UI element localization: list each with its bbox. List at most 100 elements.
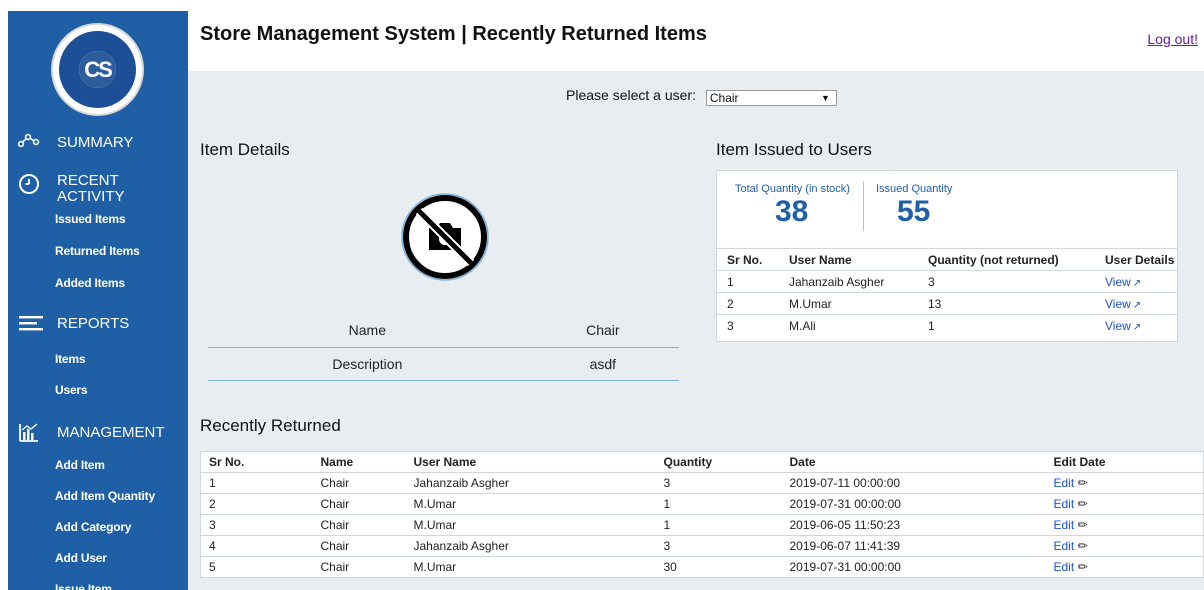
returned-col-date: Date [789, 451, 1054, 473]
external-link-icon: ↗ [1132, 321, 1142, 333]
external-link-icon: ↗ [1132, 299, 1142, 311]
returned-name: Chair [320, 535, 414, 557]
issued-quantity-value: 55 [897, 195, 931, 228]
sidebar-item-add-category[interactable]: Add Category [55, 520, 131, 534]
view-link-label[interactable]: View [1105, 297, 1131, 311]
edit-link[interactable]: Edit ✏ [1053, 556, 1204, 578]
issued-table-header: Sr No. User Name Quantity (not returned)… [717, 248, 1177, 271]
sidebar-recent-line2: ACTIVITY [57, 188, 125, 205]
logo-text: CS [79, 51, 116, 88]
edit-link[interactable]: Edit ✏ [1053, 514, 1204, 536]
sidebar-item-add-user[interactable]: Add User [55, 551, 107, 565]
clock-icon [18, 173, 42, 195]
user-select-dropdown[interactable]: Chair ▼ [705, 90, 837, 106]
view-link[interactable]: View ↗ [1095, 314, 1177, 337]
edit-link-label[interactable]: Edit [1054, 539, 1075, 553]
detail-label-description: Description [208, 347, 527, 381]
logout-link[interactable]: Log out! [1147, 31, 1198, 47]
sidebar-management-label[interactable]: MANAGEMENT [57, 425, 165, 441]
returned-col-edit: Edit Date [1053, 451, 1204, 473]
issued-col-details: User Details [1095, 248, 1177, 271]
view-link-label[interactable]: View [1105, 275, 1131, 289]
view-link-label[interactable]: View [1105, 319, 1131, 333]
returned-qty: 30 [663, 556, 790, 578]
edit-link[interactable]: Edit ✏ [1053, 535, 1204, 557]
issued-panel: Total Quantity (in stock) 38 Issued Quan… [716, 170, 1178, 342]
table-row: 4 Chair Jahanzaib Asgher 3 2019-06-07 11… [200, 535, 1204, 557]
issued-sr: 2 [717, 292, 779, 315]
sidebar-item-returned-items[interactable]: Returned Items [55, 244, 140, 258]
stat-divider [863, 181, 864, 231]
issued-user: Jahanzaib Asgher [779, 270, 918, 293]
returned-user: M.Umar [413, 493, 664, 515]
total-quantity-label: Total Quantity (in stock) [735, 183, 850, 195]
reports-icon [18, 314, 43, 336]
view-link[interactable]: View ↗ [1095, 270, 1177, 293]
issued-title: Item Issued to Users [716, 140, 872, 159]
user-select-row: Please select a user: Chair ▼ [566, 87, 837, 106]
issued-user: M.Ali [779, 314, 918, 337]
sidebar-item-added-items[interactable]: Added Items [55, 276, 125, 290]
external-link-icon: ↗ [1132, 277, 1142, 289]
returned-sr: 1 [200, 472, 321, 494]
issued-quantity-label: Issued Quantity [876, 183, 953, 195]
summary-icon [17, 133, 42, 155]
sidebar-item-issued-items[interactable]: Issued Items [55, 212, 126, 226]
sidebar-summary-header[interactable]: SUMMARY [8, 133, 188, 155]
table-row: 3 M.Ali 1 View ↗ [717, 314, 1177, 337]
returned-date: 2019-06-05 11:50:23 [789, 514, 1054, 536]
returned-sr: 3 [200, 514, 321, 536]
returned-user: M.Umar [413, 556, 664, 578]
edit-link-label[interactable]: Edit [1054, 476, 1075, 490]
returned-name: Chair [320, 514, 414, 536]
table-row: 2 Chair M.Umar 1 2019-07-31 00:00:00 Edi… [200, 493, 1204, 515]
item-details-title: Item Details [200, 140, 290, 159]
table-row: 1 Chair Jahanzaib Asgher 3 2019-07-11 00… [200, 472, 1204, 494]
detail-label-name: Name [208, 314, 527, 348]
pencil-icon: ✏ [1077, 476, 1088, 490]
returned-user: M.Umar [413, 514, 664, 536]
pencil-icon: ✏ [1077, 560, 1088, 574]
sidebar-recent-line1: RECENT [57, 172, 119, 189]
page-header: Store Management System | Recently Retur… [188, 11, 1204, 71]
logo-inner: CS [79, 51, 116, 88]
issued-sr: 3 [717, 314, 779, 337]
returned-name: Chair [320, 556, 414, 578]
returned-qty: 3 [663, 472, 790, 494]
detail-value-description: asdf [526, 347, 679, 381]
page-title: Store Management System | Recently Retur… [200, 23, 707, 45]
edit-link-label[interactable]: Edit [1054, 497, 1075, 511]
sidebar-reports-label[interactable]: REPORTS [57, 316, 129, 332]
pencil-icon: ✏ [1077, 539, 1088, 553]
view-link[interactable]: View ↗ [1095, 292, 1177, 315]
table-row: 2 M.Umar 13 View ↗ [717, 292, 1177, 315]
user-select-label: Please select a user: [566, 87, 696, 103]
sidebar-item-issue-item[interactable]: Issue Item [55, 582, 112, 590]
table-row: 5 Chair M.Umar 30 2019-07-31 00:00:00 Ed… [200, 556, 1204, 578]
sidebar-item-items[interactable]: Items [55, 352, 86, 366]
sidebar-recent-label[interactable]: RECENT ACTIVITY [57, 173, 125, 205]
edit-link[interactable]: Edit ✏ [1053, 493, 1204, 515]
issued-sr: 1 [717, 270, 779, 293]
returned-items-table: Sr No. Name User Name Quantity Date Edit… [200, 451, 1204, 578]
edit-link[interactable]: Edit ✏ [1053, 472, 1204, 494]
returned-date: 2019-07-31 00:00:00 [789, 556, 1054, 578]
edit-link-label[interactable]: Edit [1054, 560, 1075, 574]
returned-sr: 4 [200, 535, 321, 557]
issued-col-sr: Sr No. [717, 248, 779, 271]
returned-date: 2019-07-11 00:00:00 [789, 472, 1054, 494]
pencil-icon: ✏ [1077, 497, 1088, 511]
returned-name: Chair [320, 472, 414, 494]
sidebar-item-add-item[interactable]: Add Item [55, 458, 105, 472]
sidebar-item-users[interactable]: Users [55, 383, 88, 397]
table-row: 1 Jahanzaib Asgher 3 View ↗ [717, 270, 1177, 293]
issued-col-user: User Name [779, 248, 918, 271]
sidebar-summary-label: SUMMARY [57, 134, 134, 151]
item-detail-table: Name Chair Description asdf [208, 314, 679, 381]
university-logo: CS [51, 23, 144, 116]
sidebar-item-add-item-quantity[interactable]: Add Item Quantity [55, 489, 155, 503]
edit-link-label[interactable]: Edit [1054, 518, 1075, 532]
sidebar-section-summary[interactable]: SUMMARY [8, 133, 188, 155]
returned-user: Jahanzaib Asgher [413, 535, 664, 557]
recently-returned-title: Recently Returned [200, 416, 341, 435]
